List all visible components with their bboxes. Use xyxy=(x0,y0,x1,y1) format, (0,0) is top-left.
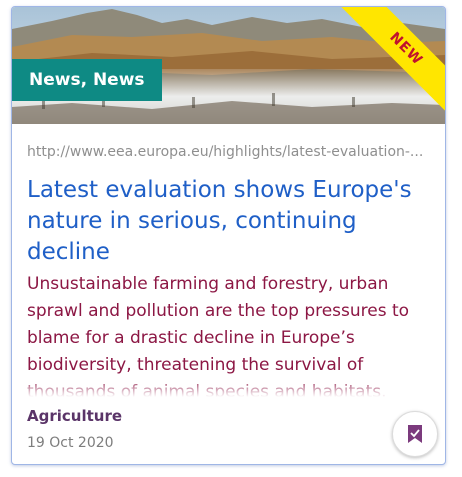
bookmark-icon xyxy=(408,425,422,443)
summary-fade xyxy=(27,377,432,397)
topic-label[interactable]: Agriculture xyxy=(27,407,122,425)
publish-date: 19 Oct 2020 xyxy=(27,435,114,451)
category-badge: News, News xyxy=(12,59,162,101)
hero-image[interactable]: News, News NEW xyxy=(12,7,445,124)
summary-container: Unsustainable farming and forestry, urba… xyxy=(27,271,432,397)
source-url[interactable]: http://www.eea.europa.eu/highlights/late… xyxy=(27,144,427,160)
bookmark-button[interactable] xyxy=(392,411,438,457)
article-title[interactable]: Latest evaluation shows Europe's nature … xyxy=(27,175,427,268)
news-card[interactable]: News, News NEW http://www.eea.europa.eu/… xyxy=(11,6,446,465)
